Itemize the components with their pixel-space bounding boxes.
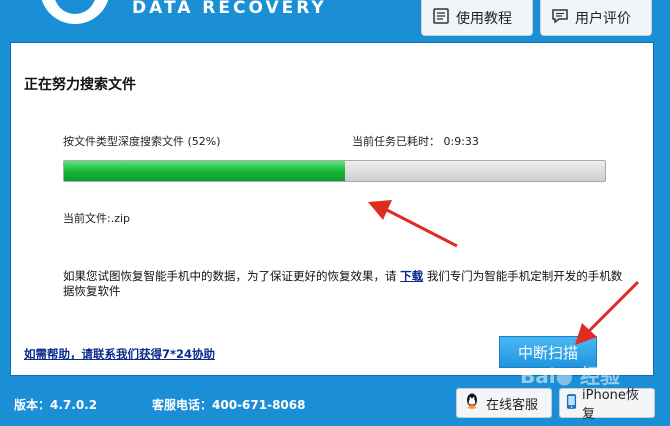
support-phone: 客服电话：400-671-8068 <box>152 396 305 413</box>
scan-progress-bar <box>63 160 606 182</box>
version-text: 版本：4.7.0.2 <box>14 398 98 412</box>
header-bar: DATA RECOVERY 使用教程 用户评价 <box>0 0 670 42</box>
iphone-recovery-button[interactable]: iPhone恢复 <box>559 388 655 422</box>
current-file-label: 当前文件: <box>63 212 111 225</box>
logo-shield-icon <box>40 0 110 24</box>
phone-value: 400-671-8068 <box>212 398 306 412</box>
elapsed-value: 0:9:33 <box>443 135 479 148</box>
phone-recovery-notice: 如果您试图恢复智能手机中的数据，为了保证更好的恢复效果，请 下载 我们专门为智能… <box>63 269 623 299</box>
book-icon <box>432 7 450 29</box>
online-support-label: 在线客服 <box>486 397 539 413</box>
elapsed-time: 当前任务已耗时： 0:9:33 <box>352 133 479 149</box>
current-file-value: .zip <box>110 212 131 225</box>
help-link[interactable]: 如需帮助，请联系我们获得7*24协助 <box>24 346 215 362</box>
elapsed-label: 当前任务已耗时： <box>352 135 440 148</box>
phone-label: 客服电话： <box>152 398 213 412</box>
footer-bar: 版本：4.7.0.2 客服电话：400-671-8068 在线客服 iPhone… <box>0 380 670 426</box>
user-review-label: 用户评价 <box>575 10 631 27</box>
tutorial-button[interactable]: 使用教程 <box>421 0 533 36</box>
qq-penguin-icon <box>463 392 481 414</box>
phone-icon <box>566 393 577 414</box>
notice-text-before: 如果您试图恢复智能手机中的数据，为了保证更好的恢复效果，请 <box>63 269 397 283</box>
tutorial-label: 使用教程 <box>456 10 512 27</box>
online-support-button[interactable]: 在线客服 <box>456 388 552 418</box>
scan-panel: 正在努力搜索文件 按文件类型深度搜索文件 (52%) 当前任务已耗时： 0:9:… <box>10 42 654 376</box>
status-title: 正在努力搜索文件 <box>24 77 136 93</box>
progress-fill <box>64 161 346 181</box>
current-file: 当前文件:.zip <box>63 210 130 226</box>
brand-title: DATA RECOVERY <box>132 0 327 18</box>
task-label: 按文件类型深度搜索文件 (52%) <box>63 135 221 148</box>
iphone-recovery-label: iPhone恢复 <box>582 388 639 422</box>
download-link[interactable]: 下载 <box>400 269 423 283</box>
user-review-button[interactable]: 用户评价 <box>540 0 652 36</box>
comment-icon <box>551 7 569 29</box>
